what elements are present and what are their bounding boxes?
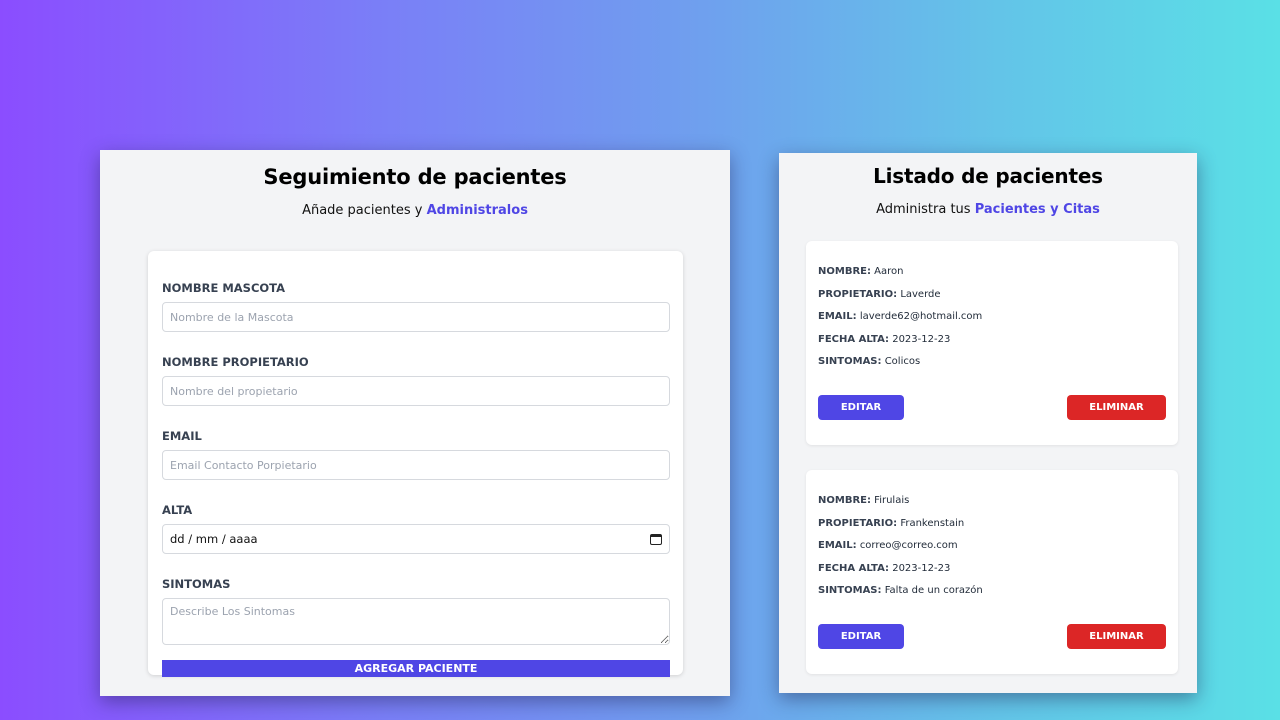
propietario-key: PROPIETARIO: — [818, 288, 898, 300]
mascota-label: NOMBRE MASCOTA — [162, 281, 286, 295]
email-value: correo@correo.com — [859, 540, 958, 551]
editar-button[interactable]: EDITAR — [818, 395, 904, 420]
alta-date-value: dd / mm / aaaa — [170, 532, 258, 546]
editar-button[interactable]: EDITAR — [818, 624, 904, 649]
nombre-value: Firulais — [874, 495, 910, 506]
list-panel-subtitle: Administra tus Pacientes y Citas — [779, 202, 1197, 217]
card-actions: EDITAR ELIMINAR — [818, 395, 1166, 420]
nombre-value: Aaron — [874, 266, 904, 277]
alta-label: ALTA — [162, 503, 193, 517]
calendar-icon[interactable] — [650, 533, 662, 545]
email-label: EMAIL — [162, 429, 202, 443]
patient-form: NOMBRE MASCOTA NOMBRE PROPIETARIO EMAIL … — [148, 251, 683, 677]
list-panel-title: Listado de pacientes — [873, 164, 1103, 188]
email-key: EMAIL: — [818, 311, 857, 322]
patient-card: NOMBRE: Firulais PROPIETARIO: Frankensta… — [806, 470, 1178, 674]
sintomas-key: SINTOMAS: — [818, 356, 882, 367]
propietario-value: Laverde — [900, 288, 941, 300]
fecha-value: 2023-12-23 — [892, 333, 951, 345]
patient-fecha: FECHA ALTA: 2023-12-23 — [818, 334, 1166, 346]
patient-nombre: NOMBRE: Aaron — [818, 266, 1166, 278]
propietario-value: Frankenstain — [900, 517, 965, 529]
email-key: EMAIL: — [818, 540, 857, 551]
fecha-value: 2023-12-23 — [892, 562, 951, 574]
form-subtitle-accent: Administralos — [426, 203, 528, 218]
patient-propietario: PROPIETARIO: Frankenstain — [818, 518, 1166, 530]
patient-nombre: NOMBRE: Firulais — [818, 495, 1166, 507]
nombre-key: NOMBRE: — [818, 495, 871, 506]
nombre-key: NOMBRE: — [818, 266, 871, 277]
sintomas-key: SINTOMAS: — [818, 585, 882, 596]
card-actions: EDITAR ELIMINAR — [818, 624, 1166, 649]
patient-email: EMAIL: laverde62@hotmail.com — [818, 311, 1166, 323]
form-panel-title: Seguimiento de pacientes — [263, 165, 567, 189]
patient-sintomas: SINTOMAS: Colicos — [818, 356, 1166, 368]
patient-fecha: FECHA ALTA: 2023-12-23 — [818, 563, 1166, 575]
agregar-paciente-button[interactable]: AGREGAR PACIENTE — [162, 660, 670, 677]
patient-propietario: PROPIETARIO: Laverde — [818, 289, 1166, 301]
sintomas-value: Colicos — [884, 356, 921, 367]
alta-date-input[interactable]: dd / mm / aaaa — [162, 524, 670, 554]
sintomas-textarea[interactable] — [162, 598, 670, 645]
patient-sintomas: SINTOMAS: Falta de un corazón — [818, 585, 1166, 597]
email-value: laverde62@hotmail.com — [859, 311, 983, 322]
mascota-input[interactable] — [162, 302, 670, 332]
propietario-label: NOMBRE PROPIETARIO — [162, 355, 309, 369]
list-subtitle-accent: Pacientes y Citas — [974, 202, 1100, 217]
email-input[interactable] — [162, 450, 670, 480]
eliminar-button[interactable]: ELIMINAR — [1067, 395, 1166, 420]
patient-list-panel: Listado de pacientes Administra tus Paci… — [779, 153, 1197, 693]
fecha-key: FECHA ALTA: — [818, 562, 890, 574]
form-panel-subtitle: Añade pacientes y Administralos — [100, 203, 730, 218]
sintomas-label: SINTOMAS — [162, 577, 231, 591]
propietario-key: PROPIETARIO: — [818, 517, 898, 529]
patient-email: EMAIL: correo@correo.com — [818, 540, 1166, 552]
patient-form-panel: Seguimiento de pacientes Añade pacientes… — [100, 150, 730, 696]
sintomas-value: Falta de un corazón — [884, 585, 983, 596]
form-subtitle-prefix: Añade pacientes y — [302, 203, 427, 218]
propietario-input[interactable] — [162, 376, 670, 406]
list-subtitle-prefix: Administra tus — [876, 202, 975, 217]
patient-card: NOMBRE: Aaron PROPIETARIO: Laverde EMAIL… — [806, 241, 1178, 445]
eliminar-button[interactable]: ELIMINAR — [1067, 624, 1166, 649]
fecha-key: FECHA ALTA: — [818, 333, 890, 345]
